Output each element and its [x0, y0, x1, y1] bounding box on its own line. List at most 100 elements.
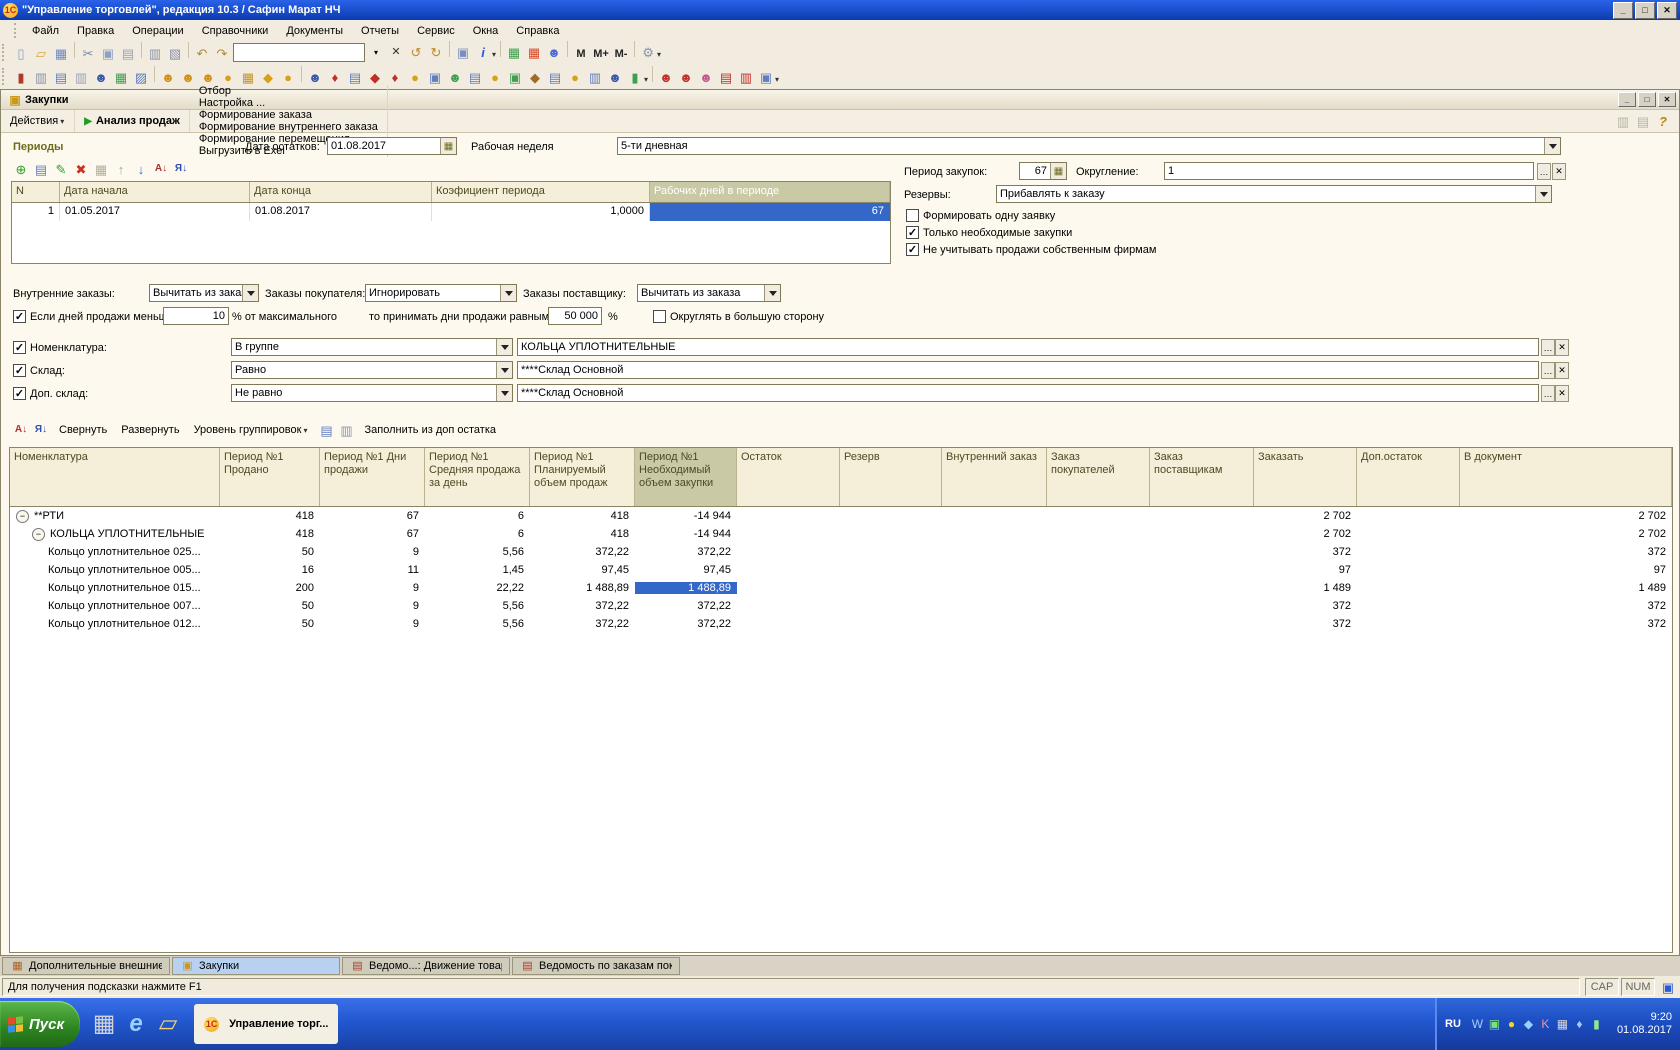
mdi-close-button[interactable]: ✕	[1658, 92, 1676, 107]
value-cell[interactable]: 67	[320, 528, 425, 540]
nomenclature-cell[interactable]: Кольцо уплотнительное 012...	[10, 618, 220, 630]
analysis-col-header-2[interactable]: Период №1 Дни продажи	[320, 448, 425, 506]
price-table-icon[interactable]: ▦	[112, 69, 130, 87]
periods-col-header-2[interactable]: Дата конца	[250, 182, 432, 202]
analysis-table[interactable]: НоменклатураПериод №1 ПроданоПериод №1 Д…	[9, 447, 1673, 953]
value-cell[interactable]: 97,45	[635, 564, 737, 576]
value-cell[interactable]: -14 944	[635, 528, 737, 540]
value-cell[interactable]: 50	[220, 546, 320, 558]
nomenclature-cell[interactable]: Кольцо уплотнительное 025...	[10, 546, 220, 558]
m-plus-button[interactable]: M+	[592, 46, 610, 64]
menu-item-операции[interactable]: Операции	[123, 23, 192, 39]
order-dd-combo-0[interactable]: Вычитать из заказа	[149, 284, 259, 302]
mdi-minimize-button[interactable]: _	[1618, 92, 1636, 107]
value-cell[interactable]: 200	[220, 582, 320, 594]
analysis-col-header-10[interactable]: Заказ поставщикам	[1150, 448, 1254, 506]
battery-icon[interactable]: ▮	[626, 69, 644, 87]
balance-date-field[interactable]: 01.08.2017 ▦	[327, 137, 457, 155]
tools-icon[interactable]: ⚙	[639, 44, 657, 62]
round-up-checkbox[interactable]	[653, 310, 666, 323]
dropdown-arrow-icon[interactable]	[1544, 138, 1560, 154]
purchase-period-field[interactable]: 67 ▦	[1019, 162, 1067, 180]
filter-checkbox-1[interactable]	[13, 364, 26, 377]
calculator-picker-icon[interactable]: ▦	[1050, 163, 1066, 179]
clear-search-icon[interactable]: ✕	[387, 44, 405, 62]
analysis-col-header-13[interactable]: В документ	[1460, 448, 1672, 506]
value-cell[interactable]: 372,22	[530, 546, 635, 558]
print-table-icon[interactable]: ▥	[338, 421, 356, 439]
coins-stack-icon[interactable]: ●	[406, 69, 424, 87]
nomenclature-cell[interactable]: −**РТИ	[10, 510, 220, 523]
value-cell[interactable]: 9	[320, 546, 425, 558]
filter-clear-button-2[interactable]: ✕	[1555, 385, 1569, 402]
print-icon[interactable]: ▥	[146, 45, 164, 63]
coins-icon-3[interactable]: ●	[486, 69, 504, 87]
action-item-0[interactable]: Отбор	[190, 85, 388, 97]
collapse-icon[interactable]: −	[32, 528, 45, 541]
save-icon[interactable]: ▦	[52, 45, 70, 63]
close-button[interactable]: ✕	[1657, 2, 1677, 19]
value-cell[interactable]: 372	[1460, 618, 1672, 630]
nomenclature-cell[interactable]: Кольцо уплотнительное 005...	[10, 564, 220, 576]
periods-table[interactable]: NДата началаДата концаКоэфициент периода…	[11, 181, 891, 264]
menu-item-окна[interactable]: Окна	[464, 23, 508, 39]
doc-edit-icon[interactable]: ▨	[132, 69, 150, 87]
person-green-icon[interactable]: ☻	[446, 69, 464, 87]
dropdown-arrow-icon[interactable]	[496, 385, 512, 401]
value-cell[interactable]: 50	[220, 600, 320, 612]
doc-plus-icon[interactable]: ▣	[506, 69, 524, 87]
dropdown-arrow-icon[interactable]: ▾	[492, 50, 496, 59]
edit-row-icon[interactable]: ✎	[52, 160, 70, 178]
assume-days-field[interactable]: 50 000	[548, 307, 602, 325]
table-row[interactable]: Кольцо уплотнительное 012...5095,56372,2…	[10, 615, 1672, 633]
nomenclature-cell[interactable]: −КОЛЬЦА УПЛОТНИТЕЛЬНЫЕ	[10, 528, 220, 541]
coins-icon-4[interactable]: ●	[566, 69, 584, 87]
doc-refresh-icon[interactable]: ▣	[426, 69, 444, 87]
menu-item-справочники[interactable]: Справочники	[193, 23, 278, 39]
minimize-button[interactable]: _	[1613, 2, 1633, 19]
m-minus-button[interactable]: M-	[612, 46, 630, 64]
value-cell[interactable]: 5,56	[425, 618, 530, 630]
filter-value-field-2[interactable]: ****Склад Основной	[517, 384, 1539, 402]
move-down-icon[interactable]: ↓	[132, 160, 150, 178]
start-button[interactable]: Пуск	[0, 1001, 80, 1047]
copy-row-icon[interactable]: ▤	[32, 160, 50, 178]
keyboard-layout-indicator[interactable]: RU	[1445, 1018, 1461, 1030]
option-checkbox-2[interactable]	[906, 243, 919, 256]
value-cell[interactable]: 372	[1254, 618, 1357, 630]
dropdown-arrow-icon[interactable]	[764, 285, 780, 301]
open-document-icon[interactable]: ▱	[32, 45, 50, 63]
doc-close-icon[interactable]: ▥	[586, 69, 604, 87]
doc-copy-icon[interactable]: ▤	[52, 69, 70, 87]
analysis-col-header-3[interactable]: Период №1 Средняя продажа за день	[425, 448, 530, 506]
value-cell[interactable]: 2 702	[1460, 510, 1672, 522]
window-tab-1[interactable]: ▣Закупки	[172, 957, 340, 975]
doc-arrow-icon[interactable]: ▤	[466, 69, 484, 87]
periods-cell-3[interactable]: 1,0000	[432, 203, 650, 221]
customer-gold-icon[interactable]: ☻	[159, 69, 177, 87]
option-checkbox-1[interactable]	[906, 226, 919, 239]
sort-asc-icon[interactable]: А↓	[12, 421, 30, 439]
dropdown-arrow-icon[interactable]: ▾	[644, 75, 648, 84]
table-row[interactable]: −**РТИ418676418-14 9442 7022 702	[10, 507, 1672, 525]
menu-item-правка[interactable]: Правка	[68, 23, 123, 39]
filter-clear-button-1[interactable]: ✕	[1555, 362, 1569, 379]
doc-blue-icon[interactable]: ▣	[757, 69, 775, 87]
filter-value-field-1[interactable]: ****Склад Основной	[517, 361, 1539, 379]
person-red-icon[interactable]: ☻	[657, 69, 675, 87]
order-dd-combo-2[interactable]: Вычитать из заказа	[637, 284, 781, 302]
post-icon[interactable]: ▦	[92, 160, 110, 178]
tray-icon-2[interactable]: ▣	[1487, 1017, 1502, 1032]
return-icon[interactable]: ◆	[526, 69, 544, 87]
menu-item-отчеты[interactable]: Отчеты	[352, 23, 408, 39]
dropdown-arrow-icon[interactable]	[1535, 186, 1551, 202]
order-dd-combo-1[interactable]: Игнорировать	[365, 284, 517, 302]
option-checkbox-0[interactable]	[906, 209, 919, 222]
window-tab-0[interactable]: ▦Дополнительные внешние ...	[2, 957, 170, 975]
saved-states-icon[interactable]: ▣	[454, 44, 472, 62]
find-next-icon[interactable]: ↻	[427, 44, 445, 62]
dropdown-arrow-icon[interactable]	[496, 362, 512, 378]
value-cell[interactable]: 97	[1254, 564, 1357, 576]
add-row-icon[interactable]: ⊕	[12, 160, 30, 178]
quick-search-input[interactable]	[233, 43, 365, 62]
